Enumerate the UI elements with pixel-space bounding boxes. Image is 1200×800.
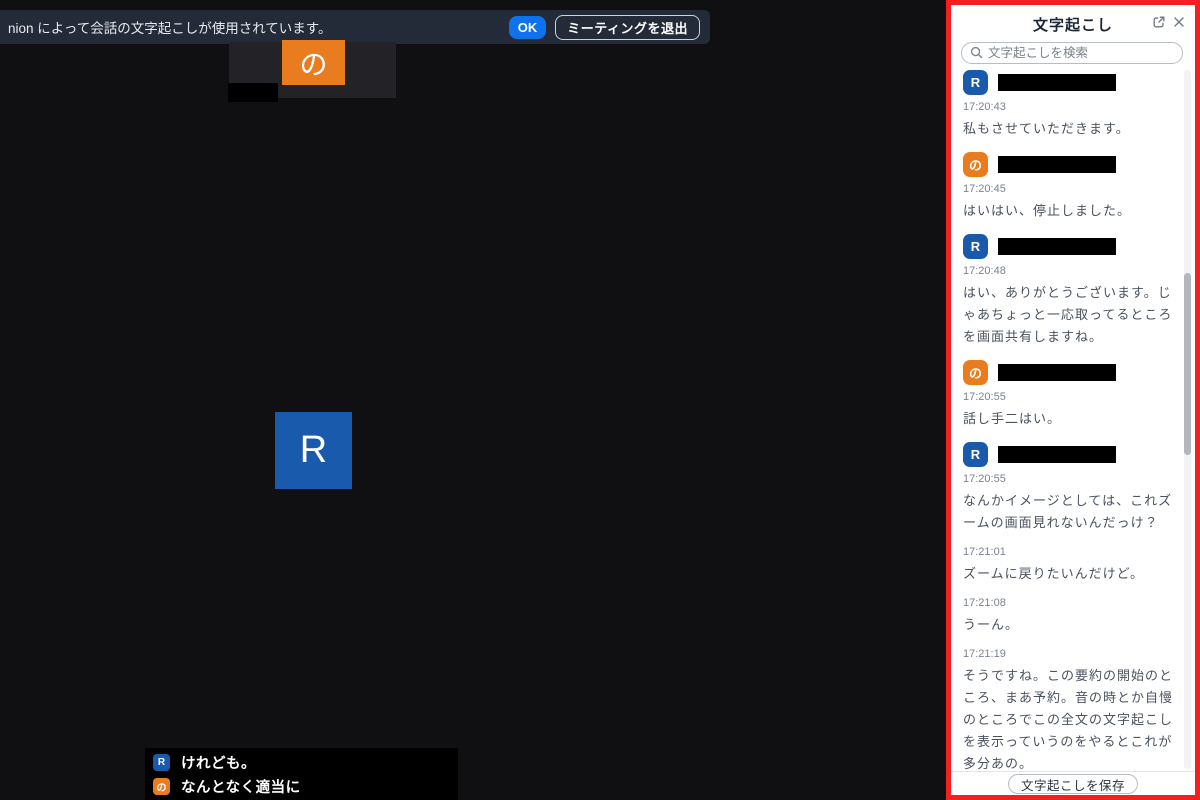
transcript-entry-header: R xyxy=(963,70,1177,95)
caption-row: R けれども。 xyxy=(153,752,450,773)
caption-speaker-avatar: R xyxy=(153,754,170,771)
entry-timestamp: 17:20:43 xyxy=(963,101,1177,114)
entry-timestamp: 17:21:01 xyxy=(963,546,1177,559)
entry-text: はい、ありがとうございます。じゃあちょっと一応取ってるところを画面共有しますね。 xyxy=(963,282,1177,348)
participant-avatar-top: の xyxy=(282,40,345,85)
caption-text: なんとなく適当に xyxy=(181,776,301,797)
transcript-list: R 17:20:43 私もさせていただきます。 の 17:20:45 はいはい、… xyxy=(963,70,1177,771)
speaker-avatar: の xyxy=(963,360,988,385)
entry-timestamp: 17:21:08 xyxy=(963,597,1177,610)
entry-text: 私もさせていただきます。 xyxy=(963,118,1177,140)
transcript-entry: R 17:20:43 私もさせていただきます。 xyxy=(963,70,1177,140)
leave-meeting-button[interactable]: ミーティングを退出 xyxy=(555,15,700,40)
notification-text: nion によって会話の文字起こしが使用されています。 xyxy=(8,17,500,37)
entry-text: ズームに戻りたいんだけど。 xyxy=(963,563,1177,585)
transcript-entry: の 17:20:45 はいはい、停止しました。 xyxy=(963,152,1177,222)
transcript-panel-header: 文字起こし xyxy=(951,12,1195,36)
speaker-avatar: の xyxy=(963,152,988,177)
redacted-participant-name xyxy=(228,83,278,102)
transcript-entry: の 17:20:55 話し手二はい。 xyxy=(963,360,1177,430)
entry-text: はいはい、停止しました。 xyxy=(963,200,1177,222)
notification-bar: nion によって会話の文字起こしが使用されています。 OK ミーティングを退出 xyxy=(0,10,710,44)
zoom-meeting-window: nion によって会話の文字起こしが使用されています。 OK ミーティングを退出… xyxy=(0,0,1200,800)
video-tile-top: の xyxy=(229,42,396,98)
caption-speaker-avatar: の xyxy=(153,778,170,795)
entry-text: そうですね。この要約の開始のところ、まあ予約。音の時とか自慢のところでこの全文の… xyxy=(963,665,1177,771)
transcript-entry-header: R xyxy=(963,442,1177,467)
caption-row: の なんとなく適当に xyxy=(153,776,450,797)
entry-text: うーん。 xyxy=(963,614,1177,636)
entry-timestamp: 17:20:55 xyxy=(963,473,1177,486)
entry-timestamp: 17:20:55 xyxy=(963,391,1177,404)
redacted-speaker-name xyxy=(998,156,1116,173)
search-box xyxy=(961,42,1183,64)
transcript-panel: 文字起こし xyxy=(946,0,1200,800)
transcript-entry: R 17:20:55 なんかイメージとしては、これズームの画面見れないんだっけ？ xyxy=(963,442,1177,534)
transcript-entry-header: の xyxy=(963,360,1177,385)
entry-timestamp: 17:21:19 xyxy=(963,648,1177,661)
speaker-avatar: R xyxy=(963,70,988,95)
transcript-entry: 17:21:08 うーん。 xyxy=(963,597,1177,636)
transcript-entry: R 17:20:48 はい、ありがとうございます。じゃあちょっと一応取ってるとこ… xyxy=(963,234,1177,348)
popout-icon[interactable] xyxy=(1150,13,1168,31)
ok-button[interactable]: OK xyxy=(509,16,547,39)
transcript-entry: 17:21:01 ズームに戻りたいんだけど。 xyxy=(963,546,1177,585)
search-input[interactable] xyxy=(961,42,1183,64)
redacted-speaker-name xyxy=(998,364,1116,381)
transcript-entry-header: R xyxy=(963,234,1177,259)
speaker-avatar: R xyxy=(963,442,988,467)
redacted-speaker-name xyxy=(998,238,1116,255)
redacted-speaker-name xyxy=(998,74,1116,91)
close-icon[interactable] xyxy=(1170,13,1188,31)
scrollbar-track[interactable] xyxy=(1184,70,1191,769)
redacted-speaker-name xyxy=(998,446,1116,463)
scrollbar-thumb[interactable] xyxy=(1184,273,1191,455)
transcript-entry-header: の xyxy=(963,152,1177,177)
speaker-avatar: R xyxy=(963,234,988,259)
transcript-entry: 17:21:19 そうですね。この要約の開始のところ、まあ予約。音の時とか自慢の… xyxy=(963,648,1177,771)
meeting-stage: nion によって会話の文字起こしが使用されています。 OK ミーティングを退出… xyxy=(0,0,946,800)
entry-timestamp: 17:20:48 xyxy=(963,265,1177,278)
transcript-panel-footer: 文字起こしを保存 xyxy=(951,771,1195,795)
save-transcript-button[interactable]: 文字起こしを保存 xyxy=(1008,774,1138,794)
live-captions-overlay: R けれども。 の なんとなく適当に xyxy=(145,748,458,800)
entry-text: なんかイメージとしては、これズームの画面見れないんだっけ？ xyxy=(963,490,1177,534)
entry-text: 話し手二はい。 xyxy=(963,408,1177,430)
entry-timestamp: 17:20:45 xyxy=(963,183,1177,196)
caption-text: けれども。 xyxy=(181,752,256,773)
participant-avatar-center: R xyxy=(275,412,352,489)
